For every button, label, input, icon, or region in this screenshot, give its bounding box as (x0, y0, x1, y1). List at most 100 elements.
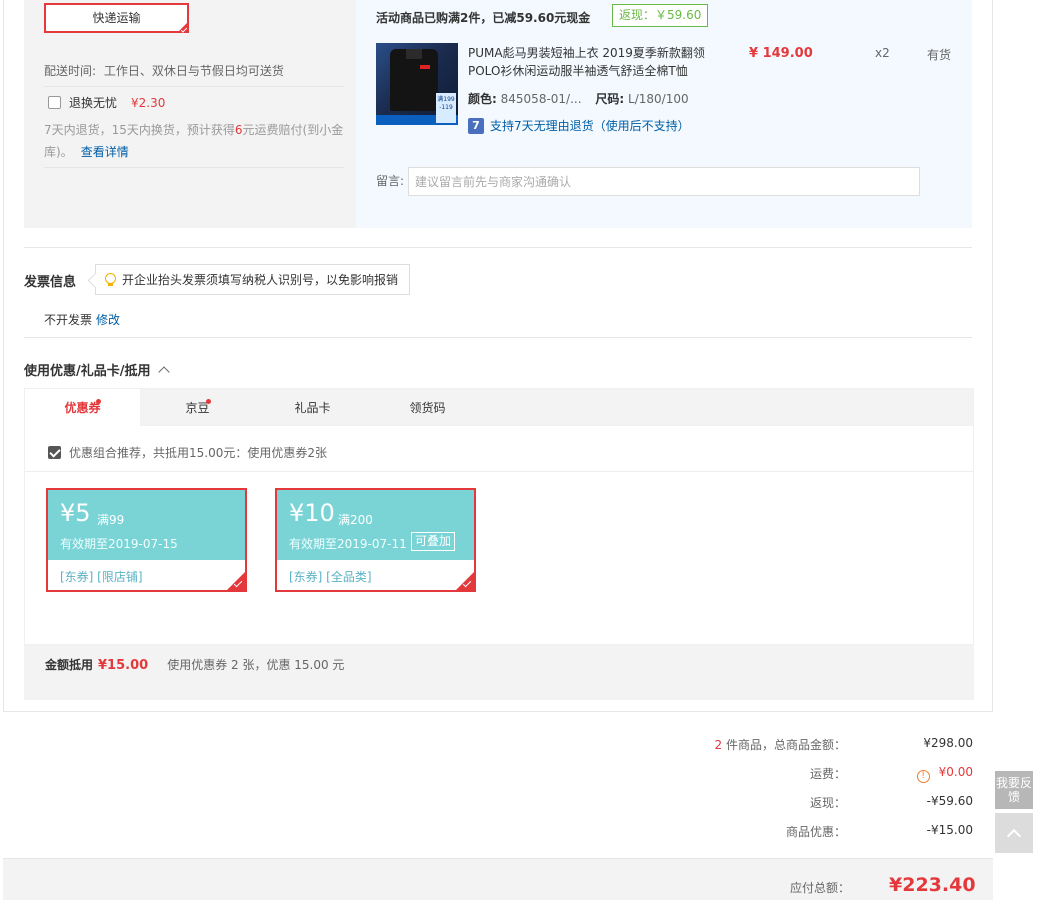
coupon-condition: 满99 (97, 513, 125, 527)
price-tag-graphic: 满199 -119 (436, 93, 456, 123)
divider (24, 337, 972, 338)
summary-desc: 使用优惠券 2 张，优惠 15.00 元 (167, 658, 345, 672)
return-insurance-price: ¥2.30 (131, 95, 166, 110)
invoice-value-text: 不开发票 (44, 313, 93, 327)
arrow-up-icon (1006, 828, 1022, 844)
coupon-tags: [东券] [限店铺] (60, 570, 143, 584)
coupon-card-header: ¥10 满200 有效期至2019-07-11 可叠加 (277, 490, 474, 560)
color-label: 颜色: (468, 92, 497, 106)
notification-dot (206, 399, 211, 404)
coupon-card[interactable]: ¥5 满99 有效期至2019-07-15 [东券] [限店铺] (46, 488, 247, 592)
seven-day-return-service[interactable]: 7 支持7天无理由退货（使用后不支持） (468, 117, 690, 134)
goods-total-label: 2 件商品，总商品金额： (715, 736, 846, 753)
coupon-tabs: 优惠券 京豆 礼品卡 领货码 (24, 388, 974, 428)
return-insurance-desc: 7天内退货，15天内换货，预计获得6元运费赔付(到小金库)。 查看详情 (44, 119, 346, 163)
product-price: ¥ 149.00 (749, 46, 813, 61)
lightbulb-icon (105, 272, 116, 287)
coupon-tags: [东券] [全品类] (289, 570, 372, 584)
return-insurance-label: 退换无忧 (69, 96, 118, 110)
seven-day-return-icon: 7 (468, 117, 484, 134)
seven-day-return-text: 支持7天无理由退货（使用后不支持） (490, 119, 690, 133)
back-to-top-button[interactable] (995, 813, 1033, 853)
order-frame-bottom (3, 711, 993, 712)
coupon-summary: 金额抵用 ¥15.00 使用优惠券 2 张，优惠 15.00 元 (45, 656, 344, 673)
tab-coupons[interactable]: 优惠券 (25, 389, 140, 428)
shipping-fee-value-wrap: ! ¥0.00 (916, 765, 973, 783)
product-name[interactable]: PUMA彪马男装短袖上衣 2019夏季新款翻领POLO衫休闲运动服半袖透气舒适全… (468, 44, 712, 80)
delivery-time: 配送时间: 工作日、双休日与节假日均可送货 (44, 62, 284, 79)
coupon-expiry: 有效期至2019-07-11 (289, 537, 407, 551)
shipping-fee-row: 运费： ! ¥0.00 (600, 765, 973, 785)
tab-gift-card[interactable]: 礼品卡 (255, 389, 370, 427)
color-value: 845058-01/... (500, 92, 582, 106)
logo-graphic (420, 65, 430, 69)
cashback-badge: 返现：￥59.60 (612, 4, 709, 27)
invoice-tip-text: 开企业抬头发票须填写纳税人识别号，以免影响报销 (122, 273, 399, 287)
coupon-section-title: 使用优惠/礼品卡/抵用 (24, 364, 151, 379)
feedback-button[interactable]: 我要反馈 (995, 771, 1033, 809)
tab-jingdou[interactable]: 京豆 (140, 389, 255, 427)
divider (25, 471, 973, 472)
invoice-value: 不开发票 修改 (44, 311, 120, 328)
view-details-link[interactable]: 查看详情 (81, 145, 129, 159)
discount-row: 商品优惠： -¥15.00 (600, 823, 973, 843)
cashback-row: 返现： -¥59.60 (600, 794, 973, 814)
coupon-amount: ¥10 (289, 499, 335, 527)
invoice-title: 发票信息 (24, 275, 77, 290)
shipping-fee-value: ¥0.00 (938, 765, 973, 779)
tab-redeem-code[interactable]: 领货码 (370, 389, 485, 427)
express-shipping-option[interactable]: 快递运输 (44, 3, 189, 33)
coupon-card[interactable]: ¥10 满200 有效期至2019-07-11 可叠加 [东券] [全品类] (275, 488, 476, 592)
info-icon[interactable]: ! (916, 770, 930, 783)
goods-total-row: 2 件商品，总商品金额： ¥298.00 (600, 736, 973, 756)
chevron-up-icon (157, 366, 170, 378)
shipping-options-panel (24, 0, 356, 228)
size-label: 尺码: (595, 92, 625, 106)
product-image[interactable]: 满199 -119 (376, 43, 458, 125)
payable-value: ¥223.40 (889, 874, 976, 896)
notification-dot (96, 399, 101, 404)
discount-value: -¥15.00 (926, 823, 973, 837)
size-value: L/180/100 (628, 92, 689, 106)
shipping-fee-label: 运费： (809, 767, 846, 781)
return-insurance-checkbox[interactable] (48, 96, 61, 109)
coupon-section-toggle[interactable]: 使用优惠/礼品卡/抵用 (24, 360, 170, 379)
coupon-expiry: 有效期至2019-07-15 (60, 537, 178, 551)
order-frame-left (3, 0, 4, 712)
delivery-time-label: 配送时间: (44, 64, 97, 78)
combo-recommend-row: 优惠组合推荐，共抵用15.00元：使用优惠券2张 (48, 444, 327, 461)
divider (24, 247, 972, 248)
payable-label: 应付总额： (790, 881, 851, 895)
delivery-time-value: 工作日、双休日与节假日均可送货 (103, 64, 284, 78)
tab-label: 优惠券 (64, 401, 101, 415)
coupon-card-header: ¥5 满99 有效期至2019-07-15 (48, 490, 245, 560)
collar-graphic (406, 49, 422, 59)
summary-amount: ¥15.00 (98, 658, 149, 673)
goods-total-label-text: 件商品，总商品金额： (722, 738, 846, 752)
invoice-edit-link[interactable]: 修改 (96, 313, 120, 327)
stackable-badge: 可叠加 (411, 532, 456, 551)
order-frame-right (992, 0, 993, 712)
express-shipping-label: 快递运输 (92, 11, 141, 25)
summary-label: 金额抵用 (45, 658, 94, 672)
return-desc-amount: 6 (234, 123, 243, 137)
remark-label: 留言: (376, 174, 405, 188)
coupon-condition: 满200 (338, 513, 373, 527)
tab-label: 领货码 (409, 401, 446, 415)
tab-label: 礼品卡 (294, 401, 331, 415)
coupon-amount: ¥5 (60, 499, 91, 527)
combo-recommend-text: 优惠组合推荐，共抵用15.00元：使用优惠券2张 (69, 446, 327, 460)
cashback-value: -¥59.60 (926, 794, 973, 808)
product-quantity: x2 (875, 46, 890, 60)
goods-total-value: ¥298.00 (923, 736, 973, 750)
discount-label: 商品优惠： (785, 825, 846, 839)
divider (44, 167, 344, 168)
remark-input[interactable] (408, 167, 920, 196)
product-spec: 颜色: 845058-01/... 尺码: L/180/100 (468, 90, 689, 107)
invoice-tip: 开企业抬头发票须填写纳税人识别号，以免影响报销 (95, 264, 410, 295)
return-insurance-row: 退换无忧 ¥2.30 (48, 94, 165, 111)
cashback-label: 返现： (809, 796, 846, 810)
promotion-title: 活动商品已购满2件，已减59.60元现金 (376, 11, 591, 25)
return-desc-text: 7天内退货，15天内换货，预计获得 (44, 123, 235, 137)
combo-recommend-checkbox[interactable] (48, 446, 61, 459)
